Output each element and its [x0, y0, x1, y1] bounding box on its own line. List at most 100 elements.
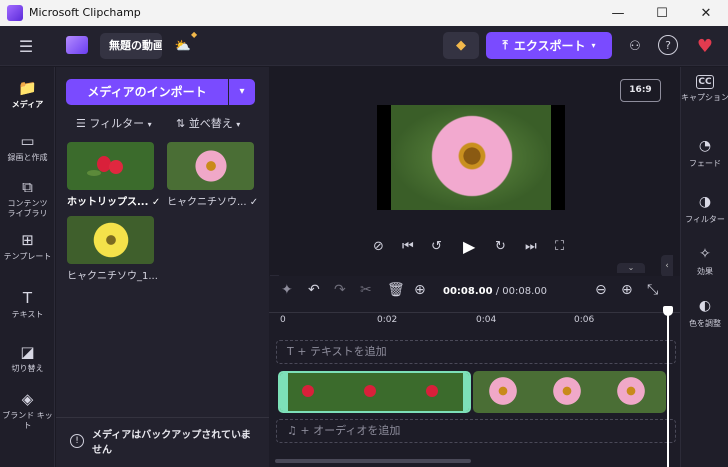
leaf-shape [87, 170, 101, 176]
text-track[interactable]: T + テキストを追加 [276, 340, 676, 364]
sidebar-item-text[interactable]: T テキスト [0, 289, 55, 320]
sidebar-item-record[interactable]: ▭ 録画と作成 [0, 132, 55, 163]
play-icon[interactable]: ▶ [463, 237, 475, 256]
sort-label: 並べ替え [188, 117, 233, 130]
media-thumbnail-zinnia-1[interactable] [167, 142, 254, 190]
rightbar-item-captions[interactable]: CC キャプション [681, 75, 728, 103]
chevron-down-icon: ▾ [236, 120, 241, 129]
pink-flower-shape [615, 375, 647, 407]
export-icon: ⤒ [502, 38, 508, 52]
import-media-button[interactable]: メディアのインポート [66, 79, 228, 105]
maximize-button[interactable]: ☐ [640, 0, 684, 26]
rightbar-item-label: フェード [689, 159, 721, 168]
backup-warning[interactable]: ! メディアはバックアップされていません ⌃ [56, 417, 269, 467]
sidebar-item-media[interactable]: 📁 メディア [0, 79, 55, 110]
rewind-5-icon[interactable]: ↺ [431, 239, 442, 254]
share-people-icon[interactable]: ⚇ [624, 35, 646, 57]
project-name-field[interactable]: 無題の動画 [100, 33, 162, 59]
trash-icon[interactable]: 🗑 [387, 282, 405, 298]
timeline-panel: ✦ ↶ ↷ ✂ 🗑 ⊕ 00:08.00 / 00:08.00 ⊖ ⊕ ⤡ 0 … [269, 276, 680, 467]
magic-wand-icon[interactable]: ✦ [281, 282, 293, 298]
skip-forward-icon[interactable]: ⏭ [525, 239, 537, 254]
collapse-timeline-icon[interactable]: ⌄ [617, 263, 645, 273]
close-button[interactable]: ✕ [684, 0, 728, 26]
skip-back-icon[interactable]: ⏮ [402, 239, 414, 254]
premium-diamond-button[interactable]: ◆ [443, 32, 479, 59]
playhead[interactable] [667, 308, 669, 467]
redo-icon[interactable]: ↷ [334, 282, 346, 298]
add-media-icon[interactable]: ⊕ [414, 282, 426, 298]
forward-5-icon[interactable]: ↻ [495, 239, 506, 254]
app-logo-icon [7, 5, 23, 21]
current-time: 00:08.00 [443, 286, 493, 297]
timeline-scrollbar[interactable] [275, 459, 471, 463]
template-icon: ⊞ [21, 231, 34, 249]
filter-button[interactable]: ☰ フィルター ▾ [76, 115, 152, 131]
hamburger-menu-icon[interactable]: ☰ [14, 35, 38, 57]
heart-icon[interactable]: ♥ [692, 33, 718, 59]
sidebar-item-label: コンテンツ ライブラリ [7, 199, 48, 218]
chevron-up-icon[interactable]: ⌃ [239, 432, 248, 445]
rightbar-item-label: キャプション [681, 93, 728, 102]
zoom-in-icon[interactable]: ⊕ [621, 282, 633, 298]
import-dropdown-button[interactable]: ▾ [229, 79, 255, 105]
backup-warning-text: メディアはバックアップされていません [92, 430, 251, 456]
brand-icon: ◈ [21, 390, 34, 408]
sidebar-item-label: 切り替え [11, 364, 44, 373]
sidebar-item-brand-kit[interactable]: ◈ ブランド キット [0, 390, 55, 431]
media-panel: メディアのインポート ▾ ☰ フィルター ▾ ⇅ 並べ替え ▾ ホットリップス.… [56, 67, 269, 467]
audio-track-label: + オーディオを追加 [300, 424, 401, 437]
sidebar-item-label: 録画と作成 [7, 153, 48, 162]
rightbar-item-effects[interactable]: ✧ 効果 [681, 245, 728, 277]
library-icon: ⧉ [22, 178, 33, 196]
clip-trim-handle-right[interactable] [463, 373, 469, 411]
media-name-text: ホットリップス... [67, 197, 149, 208]
record-icon: ▭ [20, 132, 35, 150]
sidebar-item-transitions[interactable]: ◪ 切り替え [0, 343, 55, 374]
fade-icon: ◔ [698, 138, 712, 154]
filter-icon: ◑ [698, 194, 712, 210]
cloud-offline-icon[interactable]: ⛅ [172, 36, 194, 56]
check-icon: ✓ [151, 197, 161, 208]
sidebar-item-label: ブランド キット [2, 411, 53, 430]
undo-icon[interactable]: ↶ [308, 282, 320, 298]
aspect-ratio-button[interactable]: 16:9 [620, 79, 661, 102]
sidebar-item-library[interactable]: ⧉ コンテンツ ライブラリ [0, 178, 55, 219]
text-track-label: + テキストを追加 [297, 345, 387, 358]
playhead-handle[interactable] [663, 306, 673, 316]
export-button[interactable]: ⤒ エクスポート ▾ [486, 32, 612, 59]
timecode: 00:08.00 / 00:08.00 [443, 286, 547, 297]
media-thumbnail-hot-lips[interactable] [67, 142, 154, 190]
video-clip-zinnia[interactable] [473, 371, 666, 413]
rightbar-item-filters[interactable]: ◑ フィルター [681, 193, 728, 225]
media-item-name: ホットリップス... ✓ [67, 193, 162, 208]
no-camera-icon[interactable]: ⊘ [373, 239, 384, 254]
rightbar-item-fade[interactable]: ◔ フェード [681, 137, 728, 169]
minimize-button[interactable]: — [596, 0, 640, 26]
rightbar-item-color[interactable]: ◐ 色を調整 [681, 297, 728, 329]
clip-trim-handle-left[interactable] [280, 373, 288, 411]
info-icon: ! [70, 434, 84, 448]
pink-flower-shape [193, 148, 229, 184]
timeline-ruler[interactable]: 0 0:02 0:04 0:06 [269, 312, 680, 328]
scissors-icon[interactable]: ✂ [360, 282, 372, 298]
filter-lines-icon: ☰ [76, 117, 86, 130]
audio-track[interactable]: ♫ + オーディオを追加 [276, 419, 676, 443]
zoom-out-icon[interactable]: ⊖ [595, 282, 607, 298]
video-clip-hot-lips[interactable] [278, 371, 471, 413]
sort-button[interactable]: ⇅ 並べ替え ▾ [176, 115, 240, 131]
fit-timeline-icon[interactable]: ⤡ [647, 282, 658, 298]
collapse-right-panel-icon[interactable]: ‹ [661, 255, 673, 277]
pink-flower-shape [551, 375, 583, 407]
check-icon: ✓ [249, 197, 259, 208]
chevron-down-icon: ▾ [591, 41, 596, 50]
help-icon[interactable]: ? [658, 35, 678, 55]
app-topbar: ☰ 無題の動画 ⛅ ◆ ◆ ⤒ エクスポート ▾ ⚇ ? ♥ [0, 26, 728, 66]
music-note-icon: ♫ [287, 424, 297, 437]
total-time: 00:08.00 [502, 286, 548, 297]
sidebar-item-label: テキスト [11, 310, 44, 319]
sidebar-item-templates[interactable]: ⊞ テンプレート [0, 231, 55, 262]
pink-zinnia-shape [427, 111, 517, 201]
fullscreen-icon[interactable]: ⛶ [555, 239, 564, 254]
media-thumbnail-zinnia-2[interactable] [67, 216, 154, 264]
